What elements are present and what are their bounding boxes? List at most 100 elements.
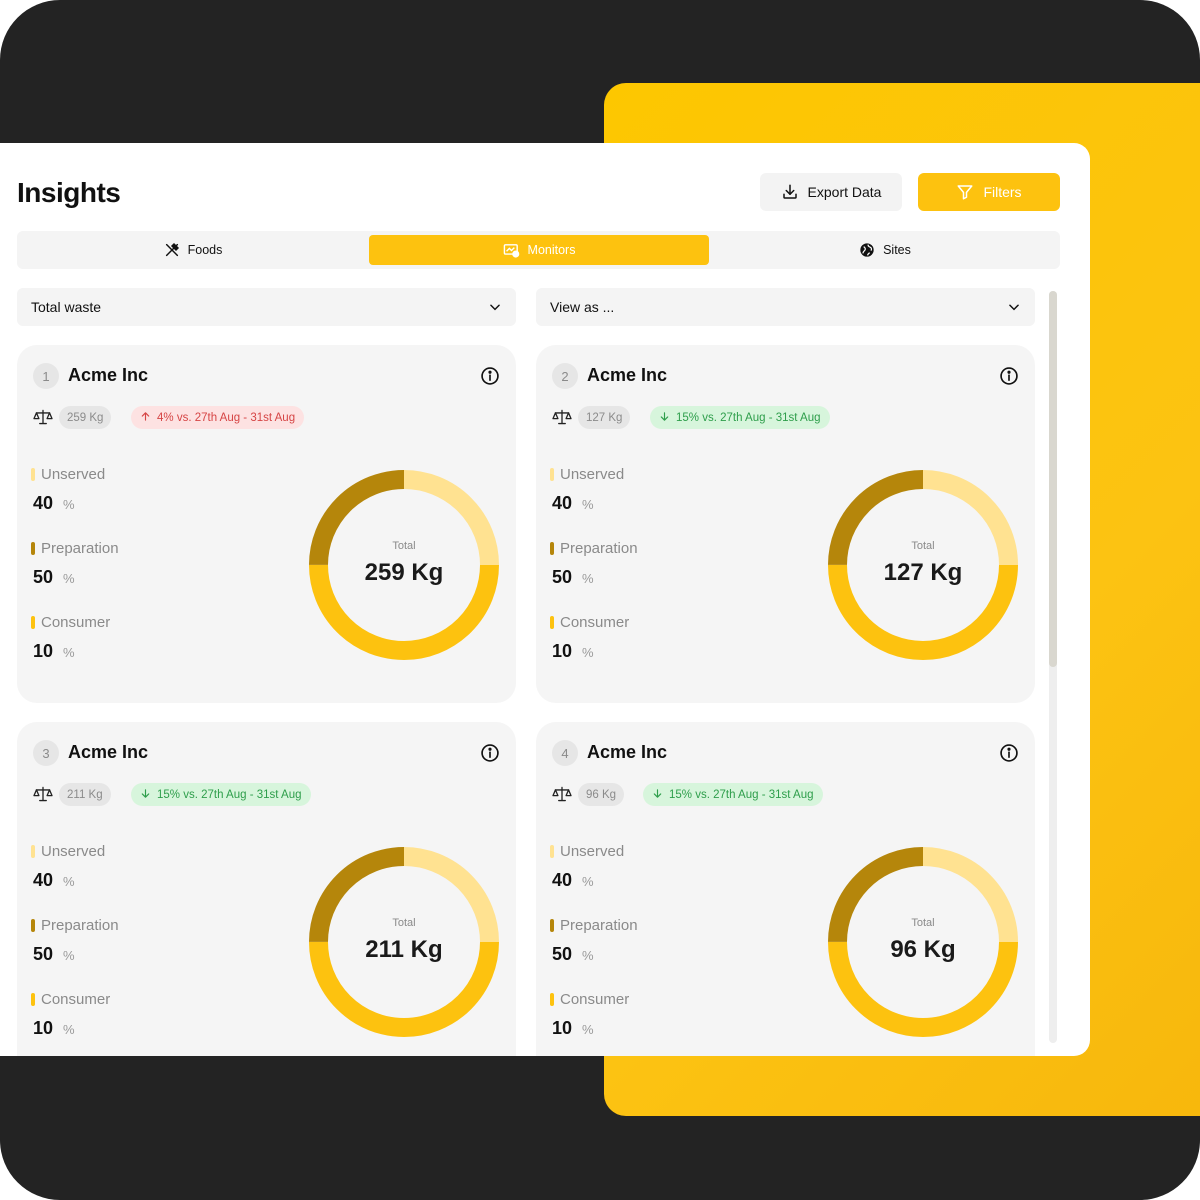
legend-consumer: Consumer [550, 991, 629, 1008]
consumer-unit: % [582, 1022, 594, 1037]
tab-sites[interactable]: Sites [715, 235, 1055, 265]
unserved-value: 40% [33, 870, 75, 891]
preparation-label: Preparation [41, 540, 119, 557]
tab-monitors-label: Monitors [527, 243, 576, 257]
legend-consumer: Consumer [31, 614, 110, 631]
legend-unserved: Unserved [31, 843, 105, 860]
consumer-number: 10 [33, 641, 54, 661]
consumer-swatch [31, 993, 35, 1006]
unserved-swatch [550, 468, 554, 481]
tab-foods[interactable]: Foods [23, 235, 363, 265]
trend-badge: 15% vs. 27th Aug - 31st Aug [643, 783, 823, 806]
monitor-card-2: 2 Acme Inc 127 Kg 15% vs. 27th Aug - 31s… [536, 345, 1035, 703]
scrollbar[interactable] [1049, 291, 1057, 1043]
globe-icon [860, 243, 874, 257]
consumer-unit: % [582, 645, 594, 660]
unserved-value: 40% [552, 493, 594, 514]
chevron-down-icon [1009, 304, 1019, 311]
tab-monitors[interactable]: Monitors [369, 235, 709, 265]
monitor-card-4: 4 Acme Inc 96 Kg 15% vs. 27th Aug - 31st… [536, 722, 1035, 1056]
preparation-number: 50 [33, 567, 54, 587]
card-title: Acme Inc [587, 365, 668, 385]
preparation-unit: % [63, 571, 75, 586]
page-title: Insights [17, 177, 121, 208]
unserved-value: 40% [33, 493, 75, 514]
legend-preparation: Preparation [31, 917, 119, 934]
preparation-swatch [550, 542, 554, 555]
consumer-value: 10% [33, 1018, 75, 1039]
scale-icon [33, 409, 53, 425]
background-frame: Insights Export Data Filters Foods Monit… [0, 0, 1200, 1200]
trend-text: 15% vs. 27th Aug - 31st Aug [157, 788, 302, 801]
unserved-swatch [31, 468, 35, 481]
card-index-badge: 3 [33, 740, 59, 766]
card-index-badge: 4 [552, 740, 578, 766]
preparation-swatch [550, 919, 554, 932]
info-icon[interactable] [999, 366, 1019, 386]
trend-text: 15% vs. 27th Aug - 31st Aug [669, 788, 814, 801]
weight-badge: 96 Kg [578, 783, 625, 806]
preparation-label: Preparation [560, 540, 638, 557]
consumer-value: 10% [552, 641, 594, 662]
scale-icon [33, 786, 53, 802]
info-icon[interactable] [999, 743, 1019, 763]
unserved-label: Unserved [41, 466, 106, 483]
insights-window: Insights Export Data Filters Foods Monit… [0, 143, 1090, 1056]
fork-knife-icon [165, 242, 179, 257]
unserved-swatch [31, 845, 35, 858]
unserved-label: Unserved [560, 466, 625, 483]
unserved-number: 40 [552, 870, 573, 890]
monitor-card-1: 1 Acme Inc 259 Kg 4% vs. 27th Aug - 31st… [17, 345, 516, 703]
export-data-label: Export Data [807, 184, 882, 200]
trend-text: 4% vs. 27th Aug - 31st Aug [157, 411, 296, 424]
unserved-unit: % [582, 497, 594, 512]
preparation-value: 50% [33, 944, 75, 965]
unserved-value: 40% [552, 870, 594, 891]
tab-bar: Foods Monitors Sites [17, 231, 1060, 269]
card-index-badge: 1 [33, 363, 59, 389]
weight-badge: 127 Kg [578, 406, 631, 429]
legend-consumer: Consumer [550, 614, 629, 631]
consumer-value: 10% [552, 1018, 594, 1039]
trend-badge: 4% vs. 27th Aug - 31st Aug [131, 406, 305, 429]
filters-button[interactable]: Filters [918, 173, 1060, 211]
donut-total-value: 259 Kg [364, 559, 444, 586]
trend-badge: 15% vs. 27th Aug - 31st Aug [131, 783, 311, 806]
preparation-unit: % [582, 571, 594, 586]
export-data-button[interactable]: Export Data [760, 173, 902, 211]
consumer-label: Consumer [41, 614, 111, 631]
unserved-unit: % [63, 874, 75, 889]
preparation-swatch [31, 542, 35, 555]
preparation-number: 50 [552, 567, 573, 587]
metric-select[interactable]: Total waste [17, 288, 516, 326]
preparation-number: 50 [552, 944, 573, 964]
consumer-unit: % [63, 645, 75, 660]
preparation-unit: % [582, 948, 594, 963]
consumer-label: Consumer [41, 991, 111, 1008]
weight-badge: 259 Kg [59, 406, 112, 429]
consumer-label: Consumer [560, 614, 630, 631]
view-as-select[interactable]: View as ... [536, 288, 1035, 326]
monitor-icon [503, 243, 519, 258]
legend-preparation: Preparation [550, 540, 638, 557]
weight-badge: 211 Kg [59, 783, 111, 806]
consumer-swatch [31, 616, 35, 629]
legend-consumer: Consumer [31, 991, 110, 1008]
donut-total-value: 127 Kg [883, 559, 963, 586]
info-icon[interactable] [480, 366, 500, 386]
trend-text: 15% vs. 27th Aug - 31st Aug [676, 411, 821, 424]
legend-preparation: Preparation [550, 917, 638, 934]
consumer-swatch [550, 616, 554, 629]
unserved-number: 40 [33, 870, 54, 890]
scrollbar-thumb[interactable] [1049, 291, 1057, 667]
donut-total-value: 96 Kg [890, 936, 956, 963]
legend-unserved: Unserved [31, 466, 105, 483]
consumer-number: 10 [33, 1018, 54, 1038]
card-title: Acme Inc [587, 742, 668, 762]
info-icon[interactable] [480, 743, 500, 763]
card-title: Acme Inc [68, 365, 149, 385]
unserved-number: 40 [33, 493, 54, 513]
unserved-number: 40 [552, 493, 573, 513]
donut-total-value: 211 Kg [365, 936, 443, 963]
unserved-label: Unserved [41, 843, 106, 860]
